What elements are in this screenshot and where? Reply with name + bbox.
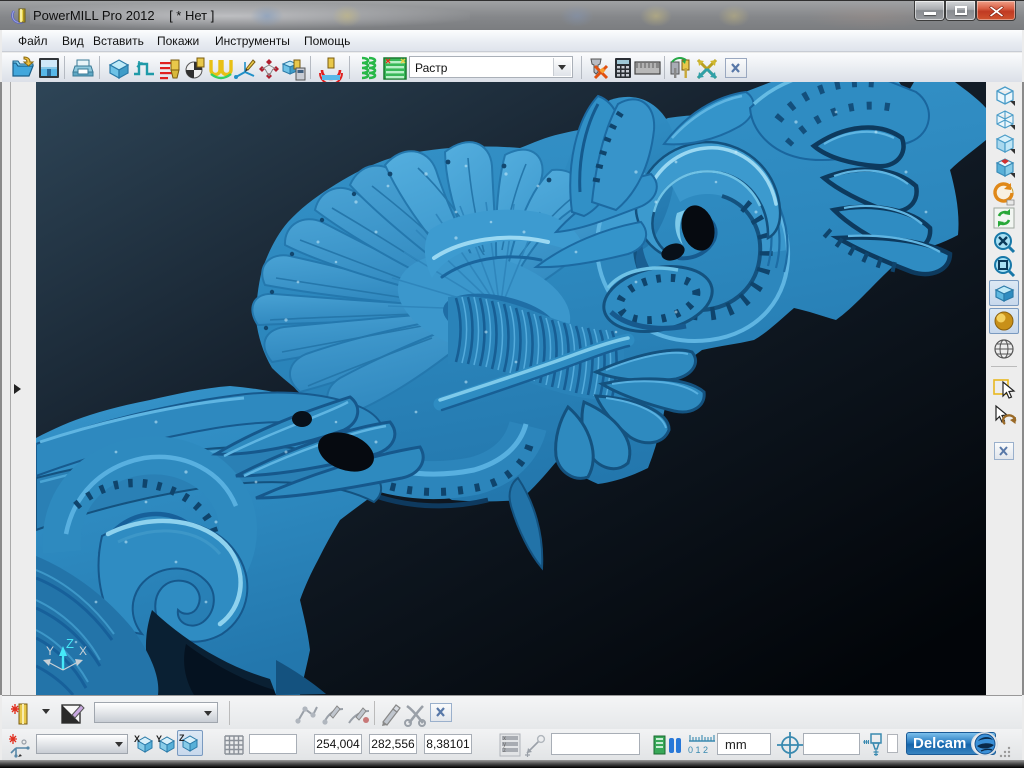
- svg-text:X: X: [79, 644, 87, 658]
- svg-text:Z: Z: [179, 733, 185, 743]
- svg-text:Y: Y: [46, 644, 54, 658]
- svg-text:Y: Y: [156, 734, 162, 744]
- svg-text:X: X: [134, 734, 140, 744]
- svg-text:0 1 2: 0 1 2: [688, 745, 708, 755]
- svg-text:Z: Z: [66, 636, 74, 651]
- svg-text:z: z: [503, 748, 506, 754]
